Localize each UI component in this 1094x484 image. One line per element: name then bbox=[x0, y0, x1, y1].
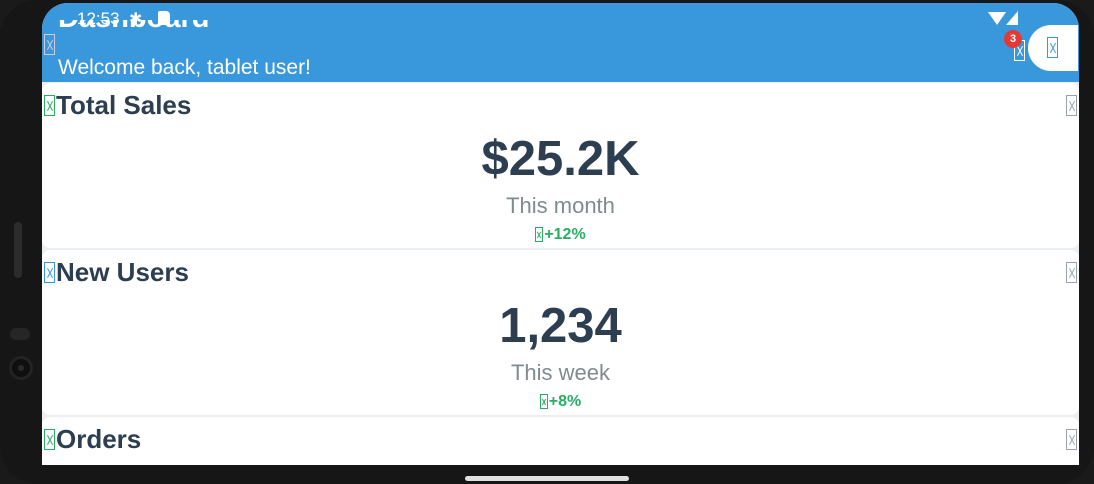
app-header: 12:53 ✱ Dashboard Welcome back, tablet u… bbox=[42, 3, 1079, 82]
card-title: New Users bbox=[56, 257, 189, 287]
wifi-icon bbox=[988, 12, 1006, 25]
stat-value: 1,234 bbox=[499, 299, 622, 353]
avatar[interactable] bbox=[1028, 25, 1078, 71]
stat-change: +8% bbox=[42, 393, 1079, 411]
stat-change: +12% bbox=[42, 226, 1079, 244]
stat-change-value: +12% bbox=[544, 226, 586, 243]
page-title: Dashboard bbox=[58, 20, 358, 33]
trend-up-icon bbox=[539, 394, 548, 410]
welcome-subtitle: Welcome back, tablet user! bbox=[58, 56, 311, 79]
stat-period: This week bbox=[510, 360, 611, 385]
stat-card-new-users[interactable]: New Users 1,234 This week +8% bbox=[42, 250, 1079, 415]
page-title-container: Dashboard bbox=[58, 20, 358, 44]
camera-lens bbox=[9, 356, 33, 380]
signal-icon bbox=[1006, 11, 1018, 25]
stat-card-total-sales[interactable]: Total Sales $25.2K This month +12% bbox=[42, 83, 1079, 248]
more-options-icon[interactable] bbox=[1066, 95, 1077, 116]
stat-change-value: +8% bbox=[548, 393, 582, 410]
stat-period: This month bbox=[506, 193, 615, 218]
card-title: Orders bbox=[56, 424, 142, 454]
sensor-slot bbox=[10, 328, 30, 340]
notification-badge: 3 bbox=[1004, 30, 1022, 48]
sales-icon bbox=[44, 95, 55, 116]
users-icon bbox=[44, 262, 55, 283]
orders-icon bbox=[44, 429, 55, 450]
card-title: Total Sales bbox=[56, 90, 192, 120]
phone-device: 12:53 ✱ Dashboard Welcome back, tablet u… bbox=[0, 0, 1094, 484]
home-indicator[interactable] bbox=[465, 476, 629, 481]
volume-button bbox=[14, 222, 22, 278]
more-options-icon[interactable] bbox=[1066, 429, 1077, 450]
stat-value: $25.2K bbox=[481, 132, 640, 186]
avatar-icon bbox=[1047, 37, 1058, 58]
more-options-icon[interactable] bbox=[1066, 262, 1077, 283]
trend-up-icon bbox=[535, 227, 544, 243]
app-screen: 12:53 ✱ Dashboard Welcome back, tablet u… bbox=[42, 3, 1079, 465]
menu-icon[interactable] bbox=[44, 34, 55, 55]
stat-card-orders[interactable]: Orders bbox=[42, 417, 1079, 465]
